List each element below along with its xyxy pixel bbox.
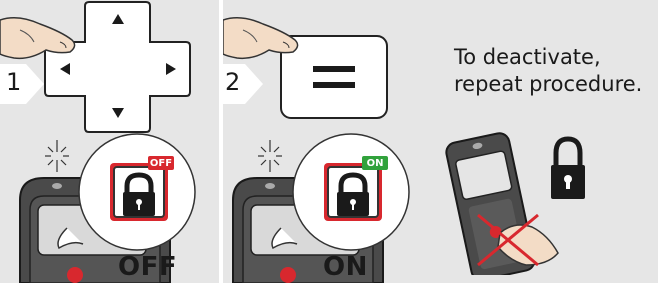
instruction-line-1: To deactivate, (454, 45, 601, 69)
status-badge-text: ON (366, 158, 384, 169)
equals-key-icon[interactable] (223, 0, 443, 135)
step-2-panel: ON 2 ON (223, 0, 658, 283)
deactivate-illustration (445, 132, 585, 275)
deactivate-instruction: To deactivate, repeat procedure. (454, 44, 642, 98)
step-number: 2 (225, 68, 241, 96)
dpad-arrow-key-icon[interactable] (0, 0, 219, 135)
state-label-on: ON (323, 252, 368, 282)
instruction-line-2: repeat procedure. (454, 72, 643, 96)
pressing-hand-icon (223, 17, 299, 60)
step-number: 1 (6, 68, 22, 96)
status-badge-text: OFF (149, 158, 173, 169)
state-label-off: OFF (118, 252, 178, 282)
padlock-icon (551, 136, 585, 199)
step-1-panel: OFF 1 OFF (0, 0, 219, 283)
pressing-hand-icon (0, 17, 76, 60)
